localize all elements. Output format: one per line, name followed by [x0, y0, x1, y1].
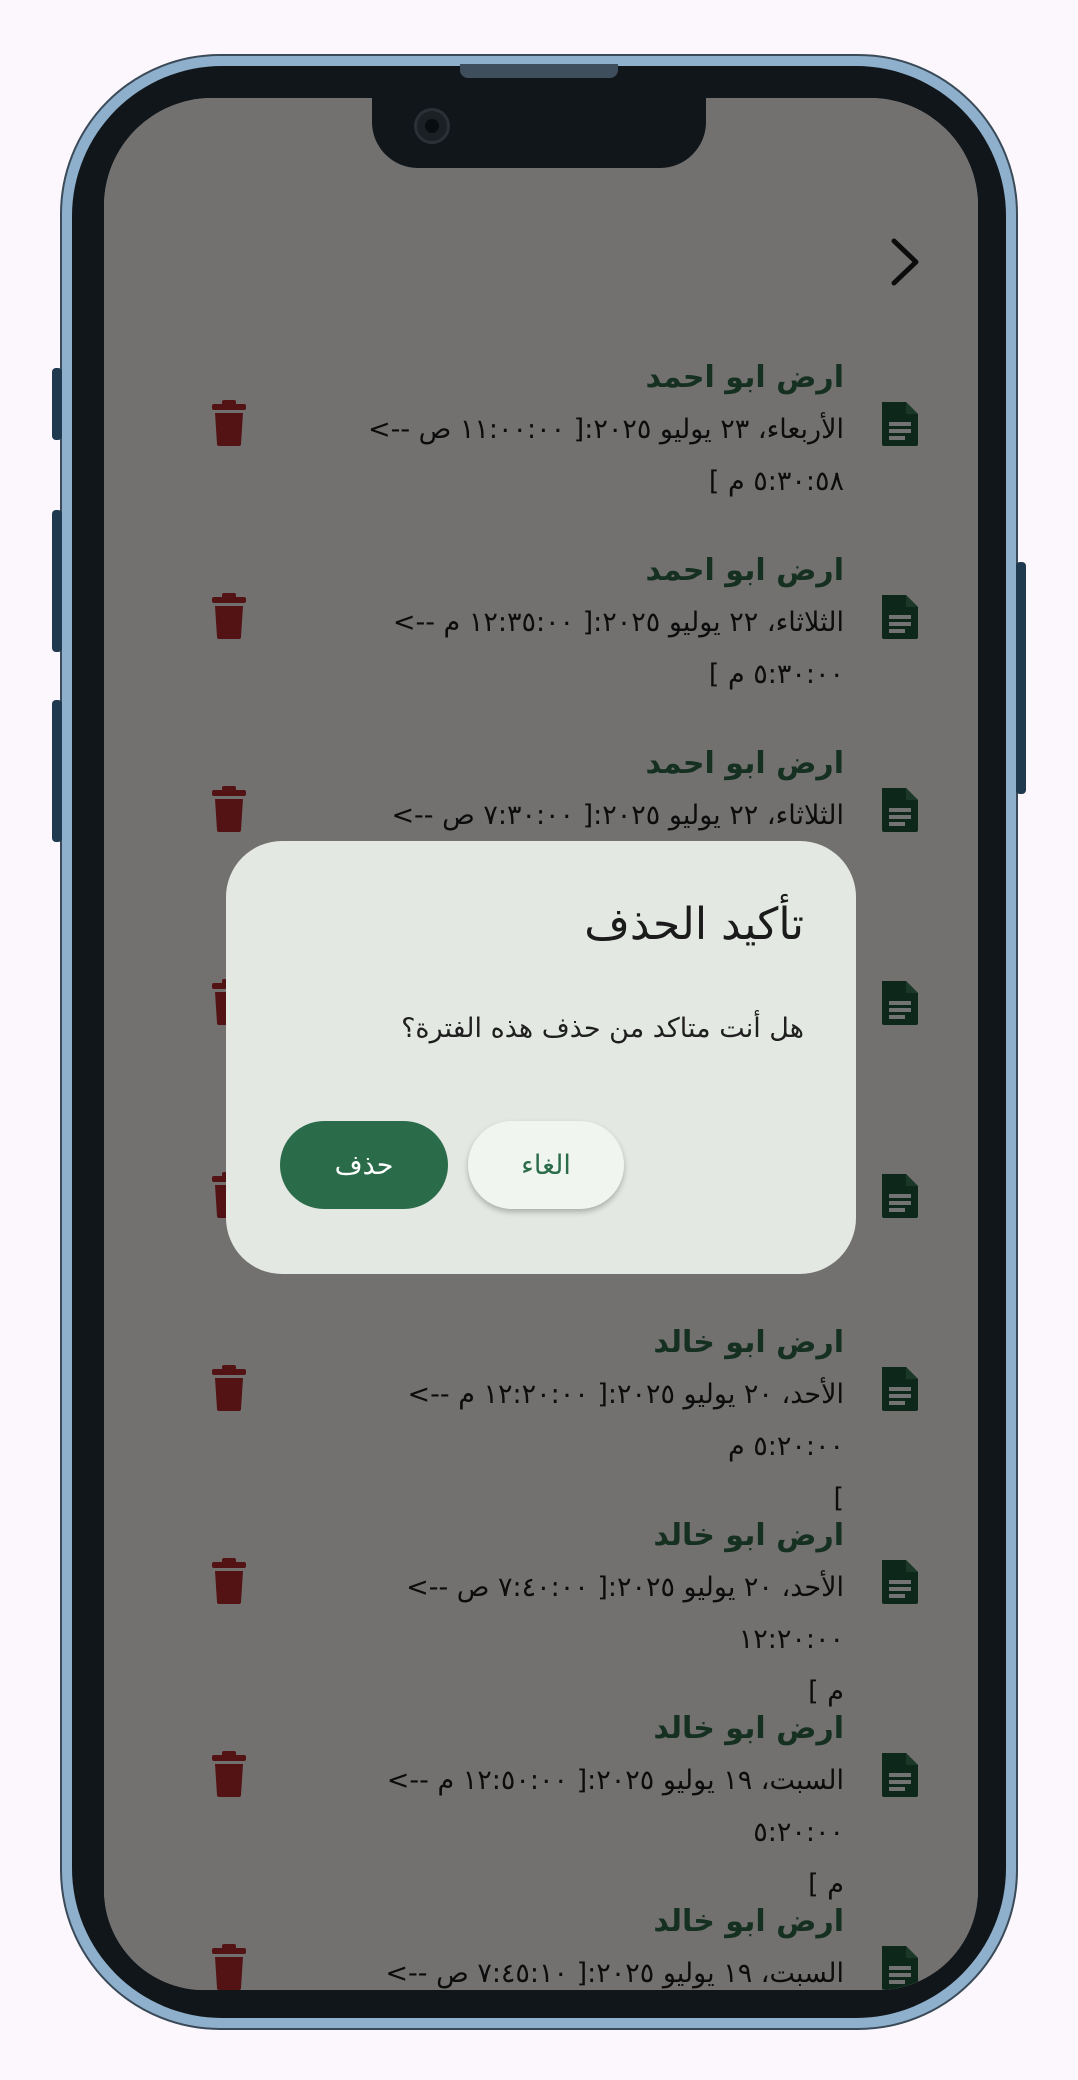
screen: ارض ابو احمدالأربعاء، ٢٣ يوليو ٢٠٢٥:[ ١١…: [104, 98, 978, 1990]
delete-button[interactable]: حذف: [280, 1121, 448, 1209]
cancel-button[interactable]: الغاء: [468, 1121, 624, 1209]
front-camera-icon: [414, 108, 450, 144]
dialog-message: هل أنت متاكد من حذف هذه الفترة؟: [401, 1013, 804, 1044]
mute-switch: [52, 368, 62, 440]
volume-down-button: [52, 700, 62, 842]
volume-up-button: [52, 510, 62, 652]
speaker-grille: [460, 64, 618, 78]
dialog-title: تأكيد الحذف: [584, 899, 804, 950]
notch: [372, 98, 706, 168]
power-button: [1016, 562, 1026, 794]
confirm-delete-dialog: تأكيد الحذف هل أنت متاكد من حذف هذه الفت…: [226, 841, 856, 1274]
